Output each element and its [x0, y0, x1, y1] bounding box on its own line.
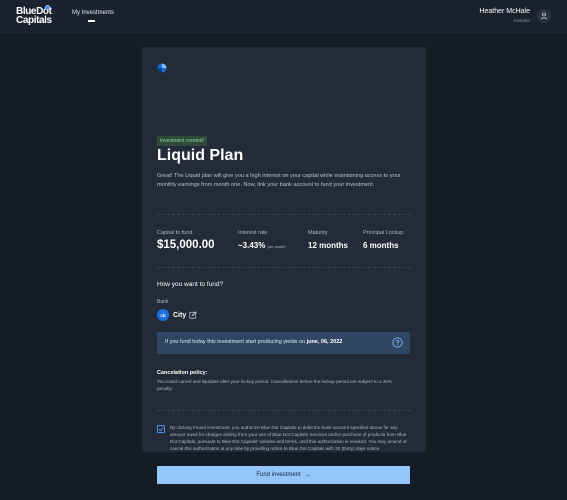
fund-method-heading: How you want to fund? — [157, 281, 224, 288]
stat-lockup-value: 6 months — [363, 241, 399, 250]
page-title: Liquid Plan — [157, 147, 244, 164]
yield-start-date: june, 06, 2022 — [306, 339, 343, 345]
user-avatar-button[interactable] — [537, 9, 551, 23]
divider — [157, 410, 411, 411]
arrow-right-icon: → — [304, 472, 311, 478]
question-circle-icon[interactable] — [392, 337, 403, 348]
nav-active-indicator — [88, 20, 95, 22]
brand-logo[interactable]: BlueDot Capitals — [16, 5, 52, 26]
stat-maturity: Maturity 12 months — [308, 230, 348, 250]
stat-interest-rate: Interest rate ~3.43% per month — [238, 230, 286, 250]
investment-card: Investment created! Liquid Plan Great! T… — [142, 47, 426, 484]
stat-rate-value: ~3.43% — [238, 241, 266, 250]
page: BlueDot Capitals My Investments Heather … — [0, 0, 567, 500]
checkmark-icon — [158, 427, 164, 432]
stat-maturity-label: Maturity — [308, 230, 328, 236]
user-info[interactable]: Heather McHale Investor — [479, 8, 530, 23]
bank-logo: cb — [157, 309, 169, 321]
nav-my-investments[interactable]: My Investments — [72, 10, 114, 16]
status-badge: Investment created! — [157, 136, 207, 146]
yield-start-prefix: If you fund today this investment start … — [165, 339, 307, 345]
plan-description: Great! The Liquid plan will give you a h… — [157, 173, 401, 188]
fund-investment-button[interactable]: Fund investment → — [157, 466, 410, 484]
user-role: Investor — [513, 18, 530, 23]
top-navigation-bar: BlueDot Capitals My Investments Heather … — [0, 0, 567, 35]
stat-capital-label: Capital to fund — [157, 230, 193, 236]
logo-dot-icon — [45, 5, 50, 10]
user-name: Heather McHale — [479, 8, 530, 15]
stat-maturity-value: 12 months — [308, 241, 349, 250]
fund-investment-label: Fund investment — [256, 472, 301, 478]
stat-capital-value: $15,000.00 — [157, 239, 215, 251]
cancellation-policy-title: Cancelation policy: — [157, 370, 208, 376]
stat-capital: Capital to fund $15,000.00 — [157, 230, 215, 251]
bank-name: City — [173, 311, 187, 319]
stat-principal-lockup: Principal Lockup 6 months — [363, 230, 403, 250]
divider — [157, 214, 411, 215]
logo-text-line2: Capitals — [16, 15, 52, 26]
consent-checkbox[interactable] — [157, 425, 165, 433]
yield-start-text: If you fund today this investment start … — [165, 339, 342, 345]
stat-lockup-label: Principal Lockup — [363, 230, 404, 236]
stat-rate-unit: per month — [267, 244, 286, 249]
divider — [157, 267, 411, 268]
edit-icon[interactable] — [189, 311, 197, 319]
cancellation-policy-text: You could cancel and liquidate after you… — [157, 379, 393, 391]
stat-rate-label: Interest rate — [238, 230, 268, 236]
stat-rate-value-row: ~3.43% per month — [238, 241, 286, 250]
user-icon — [540, 12, 548, 20]
bank-label: Bank — [157, 299, 169, 305]
bank-selection[interactable]: cb City — [157, 309, 197, 321]
yield-start-info-box: If you fund today this investment start … — [157, 332, 410, 354]
consent-text: By clicking Found investment, you author… — [170, 425, 407, 451]
brand-logo-icon — [157, 63, 167, 73]
